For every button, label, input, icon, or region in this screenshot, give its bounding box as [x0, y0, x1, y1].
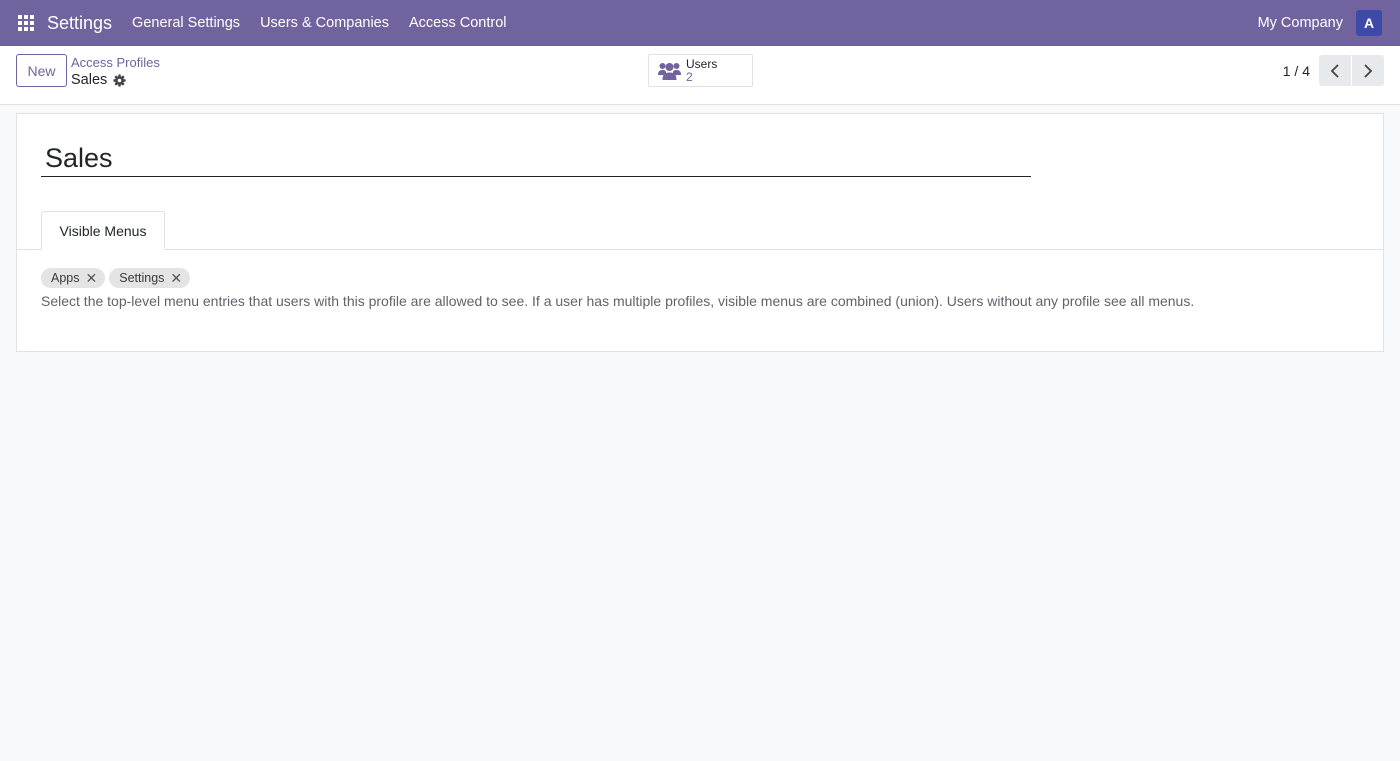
- close-icon[interactable]: ✕: [86, 271, 98, 285]
- close-icon[interactable]: ✕: [170, 271, 182, 285]
- profile-name-field[interactable]: Sales: [41, 142, 1031, 177]
- new-button[interactable]: New: [16, 54, 67, 87]
- profile-name-input[interactable]: Sales: [41, 142, 1031, 174]
- breadcrumb-parent-link[interactable]: Access Profiles: [71, 55, 160, 70]
- tag-settings: Settings ✕: [109, 268, 191, 288]
- app-title[interactable]: Settings: [47, 0, 112, 46]
- visible-menus-tags[interactable]: Apps ✕ Settings ✕: [41, 268, 194, 288]
- chevron-left-icon: [1330, 63, 1339, 78]
- main-menu: General Settings Users & Companies Acces…: [122, 0, 516, 46]
- users-icon: [658, 61, 681, 81]
- pager-next-button[interactable]: [1352, 55, 1384, 86]
- notebook-tabs: Visible Menus: [17, 211, 1383, 250]
- control-panel: New Access Profiles Sales Users 2 1 / 4: [0, 46, 1400, 105]
- pager-value[interactable]: 1 / 4: [1283, 63, 1310, 79]
- menu-users-companies[interactable]: Users & Companies: [250, 0, 399, 46]
- tag-apps-label: Apps: [51, 271, 80, 285]
- grid-icon: [18, 15, 34, 31]
- menu-general-settings[interactable]: General Settings: [122, 0, 250, 46]
- company-switcher[interactable]: My Company: [1258, 15, 1343, 31]
- breadcrumb: Access Profiles Sales: [71, 55, 160, 88]
- chevron-right-icon: [1364, 63, 1373, 78]
- menu-access-control[interactable]: Access Control: [399, 0, 517, 46]
- users-count: 2: [686, 69, 693, 84]
- tag-settings-label: Settings: [119, 271, 165, 285]
- pager-previous-button[interactable]: [1319, 55, 1351, 86]
- visible-menus-help-text: Select the top-level menu entries that u…: [41, 293, 1195, 309]
- app-menu-button[interactable]: [0, 0, 52, 46]
- tab-visible-menus[interactable]: Visible Menus: [41, 211, 165, 250]
- tag-apps: Apps ✕: [41, 268, 106, 288]
- breadcrumb-current: Sales: [71, 72, 160, 88]
- top-navbar: Settings General Settings Users & Compan…: [0, 0, 1400, 46]
- user-avatar[interactable]: A: [1356, 10, 1382, 36]
- users-smart-text: Users 2: [686, 56, 718, 84]
- breadcrumb-current-label: Sales: [71, 72, 108, 88]
- pager: 1 / 4: [1283, 55, 1384, 86]
- gear-icon[interactable]: [113, 73, 126, 87]
- users-smart-button[interactable]: Users 2: [648, 54, 753, 87]
- navbar-right: My Company A: [1258, 0, 1400, 46]
- users-smart-label: Users: [686, 56, 718, 71]
- form-sheet: Sales Visible Menus Apps ✕ Settings ✕ Se…: [16, 113, 1384, 352]
